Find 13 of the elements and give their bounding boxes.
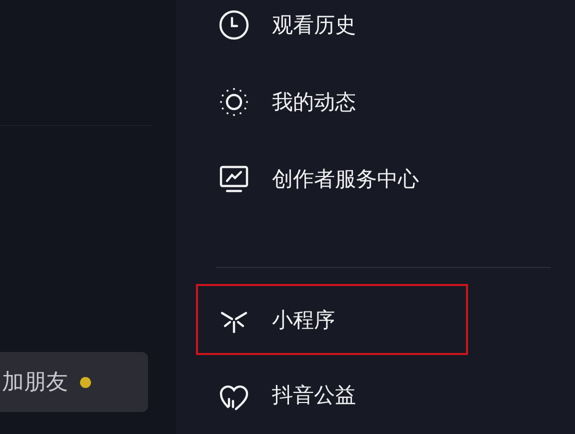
menu-item[interactable]: 抖音公益 bbox=[196, 356, 468, 434]
menu-item[interactable]: 创作者服务中心 bbox=[196, 140, 468, 218]
clock-icon bbox=[218, 8, 250, 41]
add-friends-button[interactable]: 加朋友 bbox=[0, 352, 148, 412]
menu-label: 创作者服务中心 bbox=[272, 166, 419, 193]
menu-label: 小程序 bbox=[272, 306, 335, 334]
menu-item[interactable]: 观看历史 bbox=[196, 0, 468, 64]
highlighted-menu-item[interactable]: 小程序 bbox=[196, 284, 468, 355]
menu-item[interactable]: 我的动态 bbox=[196, 63, 468, 140]
menu-label: 观看历史 bbox=[272, 12, 356, 39]
menu-label: 抖音公益 bbox=[272, 382, 356, 410]
menu-label: 我的动态 bbox=[272, 88, 356, 116]
sun-icon bbox=[218, 86, 250, 118]
